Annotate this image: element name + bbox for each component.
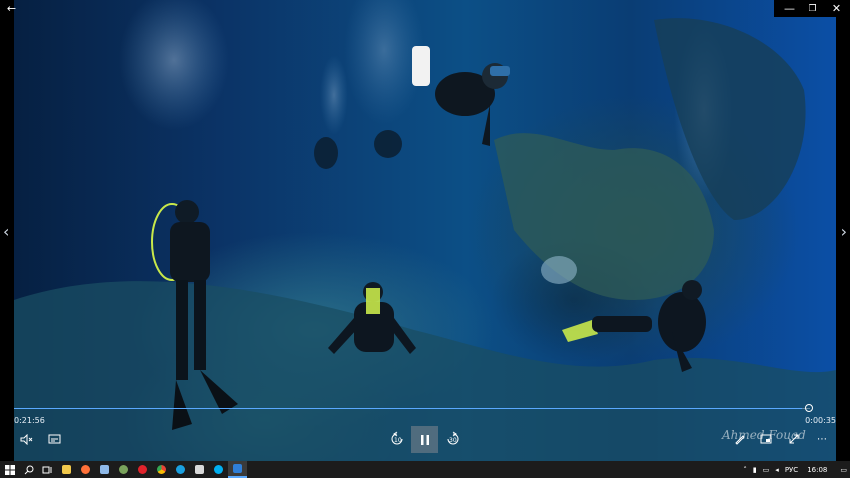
seek-thumb[interactable] [805, 404, 813, 412]
taskbar-app-1[interactable] [95, 461, 114, 478]
skip-forward-button[interactable]: 30 [444, 430, 462, 448]
pencil-icon [735, 435, 745, 445]
mute-icon [20, 433, 32, 445]
app-icon [195, 465, 204, 474]
taskbar-chrome[interactable] [152, 461, 171, 478]
seek-bar[interactable] [14, 408, 810, 409]
fullscreen-button[interactable] [787, 432, 801, 446]
taskbar-skype[interactable] [209, 461, 228, 478]
diver-distant-2 [374, 130, 402, 158]
volume-icon[interactable]: ◂ [775, 466, 779, 474]
taskbar-file-explorer[interactable] [57, 461, 76, 478]
bubbles [119, 0, 229, 130]
bubbles [320, 55, 348, 135]
skip-forward-label: 30 [449, 437, 457, 444]
taskbar-firefox[interactable] [76, 461, 95, 478]
close-button[interactable]: ✕ [825, 0, 848, 17]
taskbar: ˄ ▮ ▭ ◂ РУС 16:08 ▭ [0, 461, 850, 478]
taskbar-edge[interactable] [171, 461, 190, 478]
diver-left [151, 200, 238, 430]
close-icon: ✕ [831, 2, 842, 15]
skip-back-label: 10 [394, 437, 402, 444]
previous-button[interactable]: ‹ [3, 222, 9, 241]
next-button[interactable]: › [841, 222, 847, 241]
back-button[interactable]: ← [0, 0, 23, 17]
windows-icon [4, 464, 15, 475]
window-controls: — ❐ ✕ [774, 0, 850, 17]
video-player: ← — ❐ ✕ ‹ › 0:21:56 0:00:35 10 30 Ahmed … [0, 0, 850, 461]
app-icon [100, 465, 109, 474]
diver-center [328, 282, 416, 354]
show-hidden-icons[interactable]: ˄ [743, 466, 747, 474]
chrome-icon [157, 465, 166, 474]
network-icon[interactable]: ▭ [763, 466, 770, 474]
chevron-left-icon: ‹ [3, 222, 10, 241]
captions-button[interactable] [46, 432, 62, 446]
minimize-button[interactable]: — [778, 0, 801, 17]
mini-view-icon [760, 434, 772, 444]
maximize-button[interactable]: ❐ [801, 0, 824, 17]
fullscreen-icon [789, 434, 799, 444]
taskbar-movies-tv[interactable] [228, 461, 247, 478]
firefox-icon [81, 465, 90, 474]
language-indicator[interactable]: РУС [785, 466, 798, 474]
diver-right [562, 280, 706, 372]
mini-view-button[interactable] [759, 432, 773, 446]
search-button[interactable] [19, 461, 38, 478]
mute-button[interactable] [18, 432, 34, 446]
seek-progress [14, 408, 803, 409]
notifications-icon[interactable]: ▭ [840, 466, 847, 474]
task-view-button[interactable] [38, 461, 57, 478]
clock[interactable]: 16:08 [807, 466, 827, 474]
back-arrow-icon: ← [6, 2, 17, 15]
taskbar-app-3[interactable] [190, 461, 209, 478]
more-icon: ⋯ [817, 433, 827, 445]
minimize-icon: — [784, 2, 795, 15]
maximize-icon: ❐ [808, 3, 817, 14]
diver-top [412, 46, 510, 146]
skype-icon [214, 465, 223, 474]
video-frame[interactable] [14, 0, 836, 461]
more-options-button[interactable]: ⋯ [815, 432, 829, 446]
elapsed-time: 0:21:56 [14, 416, 45, 425]
remaining-time: 0:00:35 [805, 416, 836, 425]
movies-icon [233, 464, 242, 473]
battery-icon[interactable]: ▮ [753, 466, 757, 474]
pause-button[interactable] [411, 426, 438, 453]
start-button[interactable] [0, 461, 19, 478]
skip-back-button[interactable]: 10 [388, 430, 406, 448]
captions-icon [48, 434, 60, 443]
opera-icon [138, 465, 147, 474]
diver-distant-1 [314, 137, 338, 169]
system-tray: ˄ ▮ ▭ ◂ РУС 16:08 ▭ [740, 461, 850, 478]
folder-icon [62, 465, 71, 474]
app-icon [119, 465, 128, 474]
edit-button[interactable] [733, 432, 747, 446]
search-icon [24, 465, 33, 474]
edge-icon [176, 465, 185, 474]
taskbar-app-2[interactable] [114, 461, 133, 478]
taskbar-opera[interactable] [133, 461, 152, 478]
chevron-right-icon: › [840, 222, 847, 241]
task-view-icon [42, 466, 52, 473]
pause-icon [420, 434, 429, 445]
